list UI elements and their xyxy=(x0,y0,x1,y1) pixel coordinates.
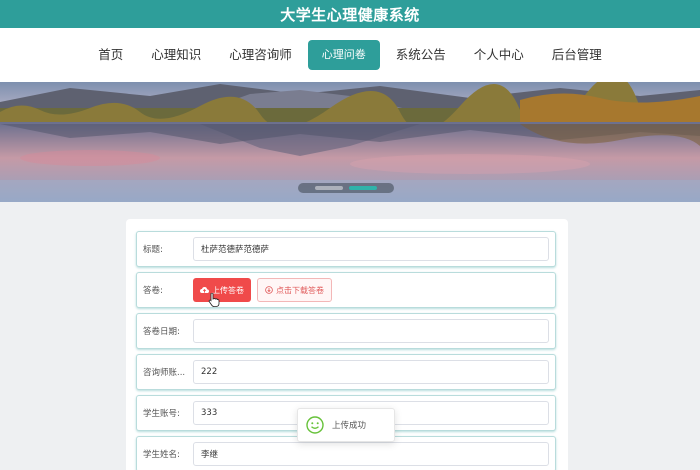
title-row: 标题: 杜萨范德萨范德萨 xyxy=(136,231,556,267)
answer-row: 答卷: 上传答卷 点击下载答卷 xyxy=(136,272,556,308)
title-label: 标题: xyxy=(143,245,163,255)
nav-item-knowledge[interactable]: 心理知识 xyxy=(139,40,213,70)
toast-message: 上传成功 xyxy=(332,421,367,431)
header-bar: 大学生心理健康系统 xyxy=(0,0,700,28)
nav-item-personal-center[interactable]: 个人中心 xyxy=(462,40,536,70)
carousel-indicators xyxy=(298,183,394,193)
date-input[interactable] xyxy=(193,319,549,343)
main-nav: 首页 心理知识 心理咨询师 心理问卷 系统公告 个人中心 后台管理 xyxy=(0,28,700,82)
student-name-input[interactable]: 李继 xyxy=(193,442,549,466)
smiley-icon xyxy=(306,416,324,434)
carousel-dot-2[interactable] xyxy=(349,186,377,190)
counselor-row: 咨询师账... 222 xyxy=(136,354,556,390)
upload-answer-button[interactable]: 上传答卷 xyxy=(193,278,251,302)
nav-item-admin[interactable]: 后台管理 xyxy=(540,40,614,70)
counselor-account-input[interactable]: 222 xyxy=(193,360,549,384)
banner-carousel xyxy=(0,82,700,202)
app-title: 大学生心理健康系统 xyxy=(280,5,420,24)
student-name-label: 学生姓名: xyxy=(143,450,180,460)
student-account-label: 学生账号: xyxy=(143,409,180,419)
nav-item-questionnaire[interactable]: 心理问卷 xyxy=(307,40,380,70)
download-answer-label: 点击下载答卷 xyxy=(276,285,324,295)
upload-success-toast: 上传成功 xyxy=(297,408,395,442)
download-icon xyxy=(265,286,273,294)
nav-item-announcements[interactable]: 系统公告 xyxy=(384,40,458,70)
download-answer-button[interactable]: 点击下载答卷 xyxy=(257,278,332,302)
hand-cursor-icon xyxy=(208,293,220,307)
nav-item-counselors[interactable]: 心理咨询师 xyxy=(217,40,304,70)
answer-label: 答卷: xyxy=(143,286,163,296)
counselor-label: 咨询师账... xyxy=(143,368,186,378)
carousel-dot-1[interactable] xyxy=(315,186,343,190)
date-label: 答卷日期: xyxy=(143,327,180,337)
date-row: 答卷日期: xyxy=(136,313,556,349)
nav-item-home[interactable]: 首页 xyxy=(86,40,135,70)
title-input[interactable]: 杜萨范德萨范德萨 xyxy=(193,237,549,261)
